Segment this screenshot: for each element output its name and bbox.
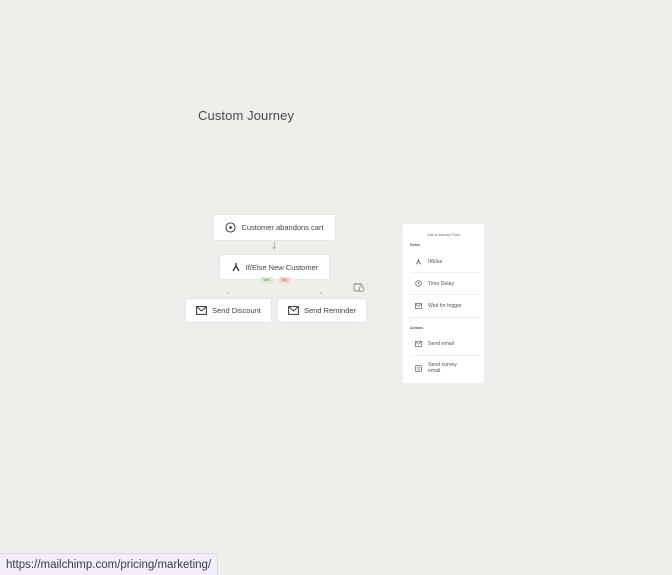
status-bar-url: https://mailchimp.com/pricing/marketing/ (0, 553, 219, 575)
envelope-icon (288, 306, 299, 315)
panel-title: Add a Journey Point (427, 233, 460, 237)
journey-point-panel: Add a Journey Point Rules If/Else Time D… (403, 224, 484, 383)
send-discount-label: Send Discount (212, 306, 261, 315)
envelope-icon (415, 341, 422, 347)
branch-icon (416, 258, 421, 265)
send-discount-node[interactable]: Send Discount (186, 299, 271, 322)
branch-dot-right (320, 292, 322, 294)
condition-label: If/Else New Customer (245, 262, 319, 272)
send-reminder-label: Send Reminder (303, 306, 357, 315)
actions-section-label: Actions (410, 326, 424, 330)
branch-icon (232, 263, 240, 272)
panel-item-if-else[interactable]: If/Else (415, 258, 442, 265)
yes-badge: Yes (260, 277, 273, 283)
rules-section-label: Rules (410, 243, 420, 247)
panel-item-time-delay[interactable]: Time Delay (415, 280, 454, 287)
play-circle-icon (225, 222, 236, 233)
page-title: Custom Journey (198, 108, 295, 123)
condition-node[interactable]: If/Else New Customer (220, 255, 329, 279)
trigger-node[interactable]: Customer abandons cart (214, 215, 335, 240)
survey-icon (415, 364, 422, 372)
connector-arrow (272, 247, 276, 250)
branch-dot-left (227, 292, 229, 294)
trigger-label: Customer abandons cart (241, 223, 324, 232)
settings-sync-icon[interactable] (353, 282, 365, 293)
panel-item-send-survey-email[interactable]: Send survey email (415, 362, 464, 374)
send-reminder-node[interactable]: Send Reminder (278, 299, 366, 322)
envelope-icon (196, 306, 208, 315)
panel-item-wait-for-trigger[interactable]: Wait for trigger (415, 303, 462, 309)
panel-item-send-email[interactable]: Send email (415, 341, 454, 347)
panel-divider (410, 317, 480, 318)
panel-divider (410, 355, 480, 356)
wait-icon (415, 303, 422, 309)
panel-divider (410, 294, 480, 295)
panel-divider (410, 272, 480, 273)
clock-icon (415, 280, 422, 287)
no-badge: No (279, 277, 291, 283)
